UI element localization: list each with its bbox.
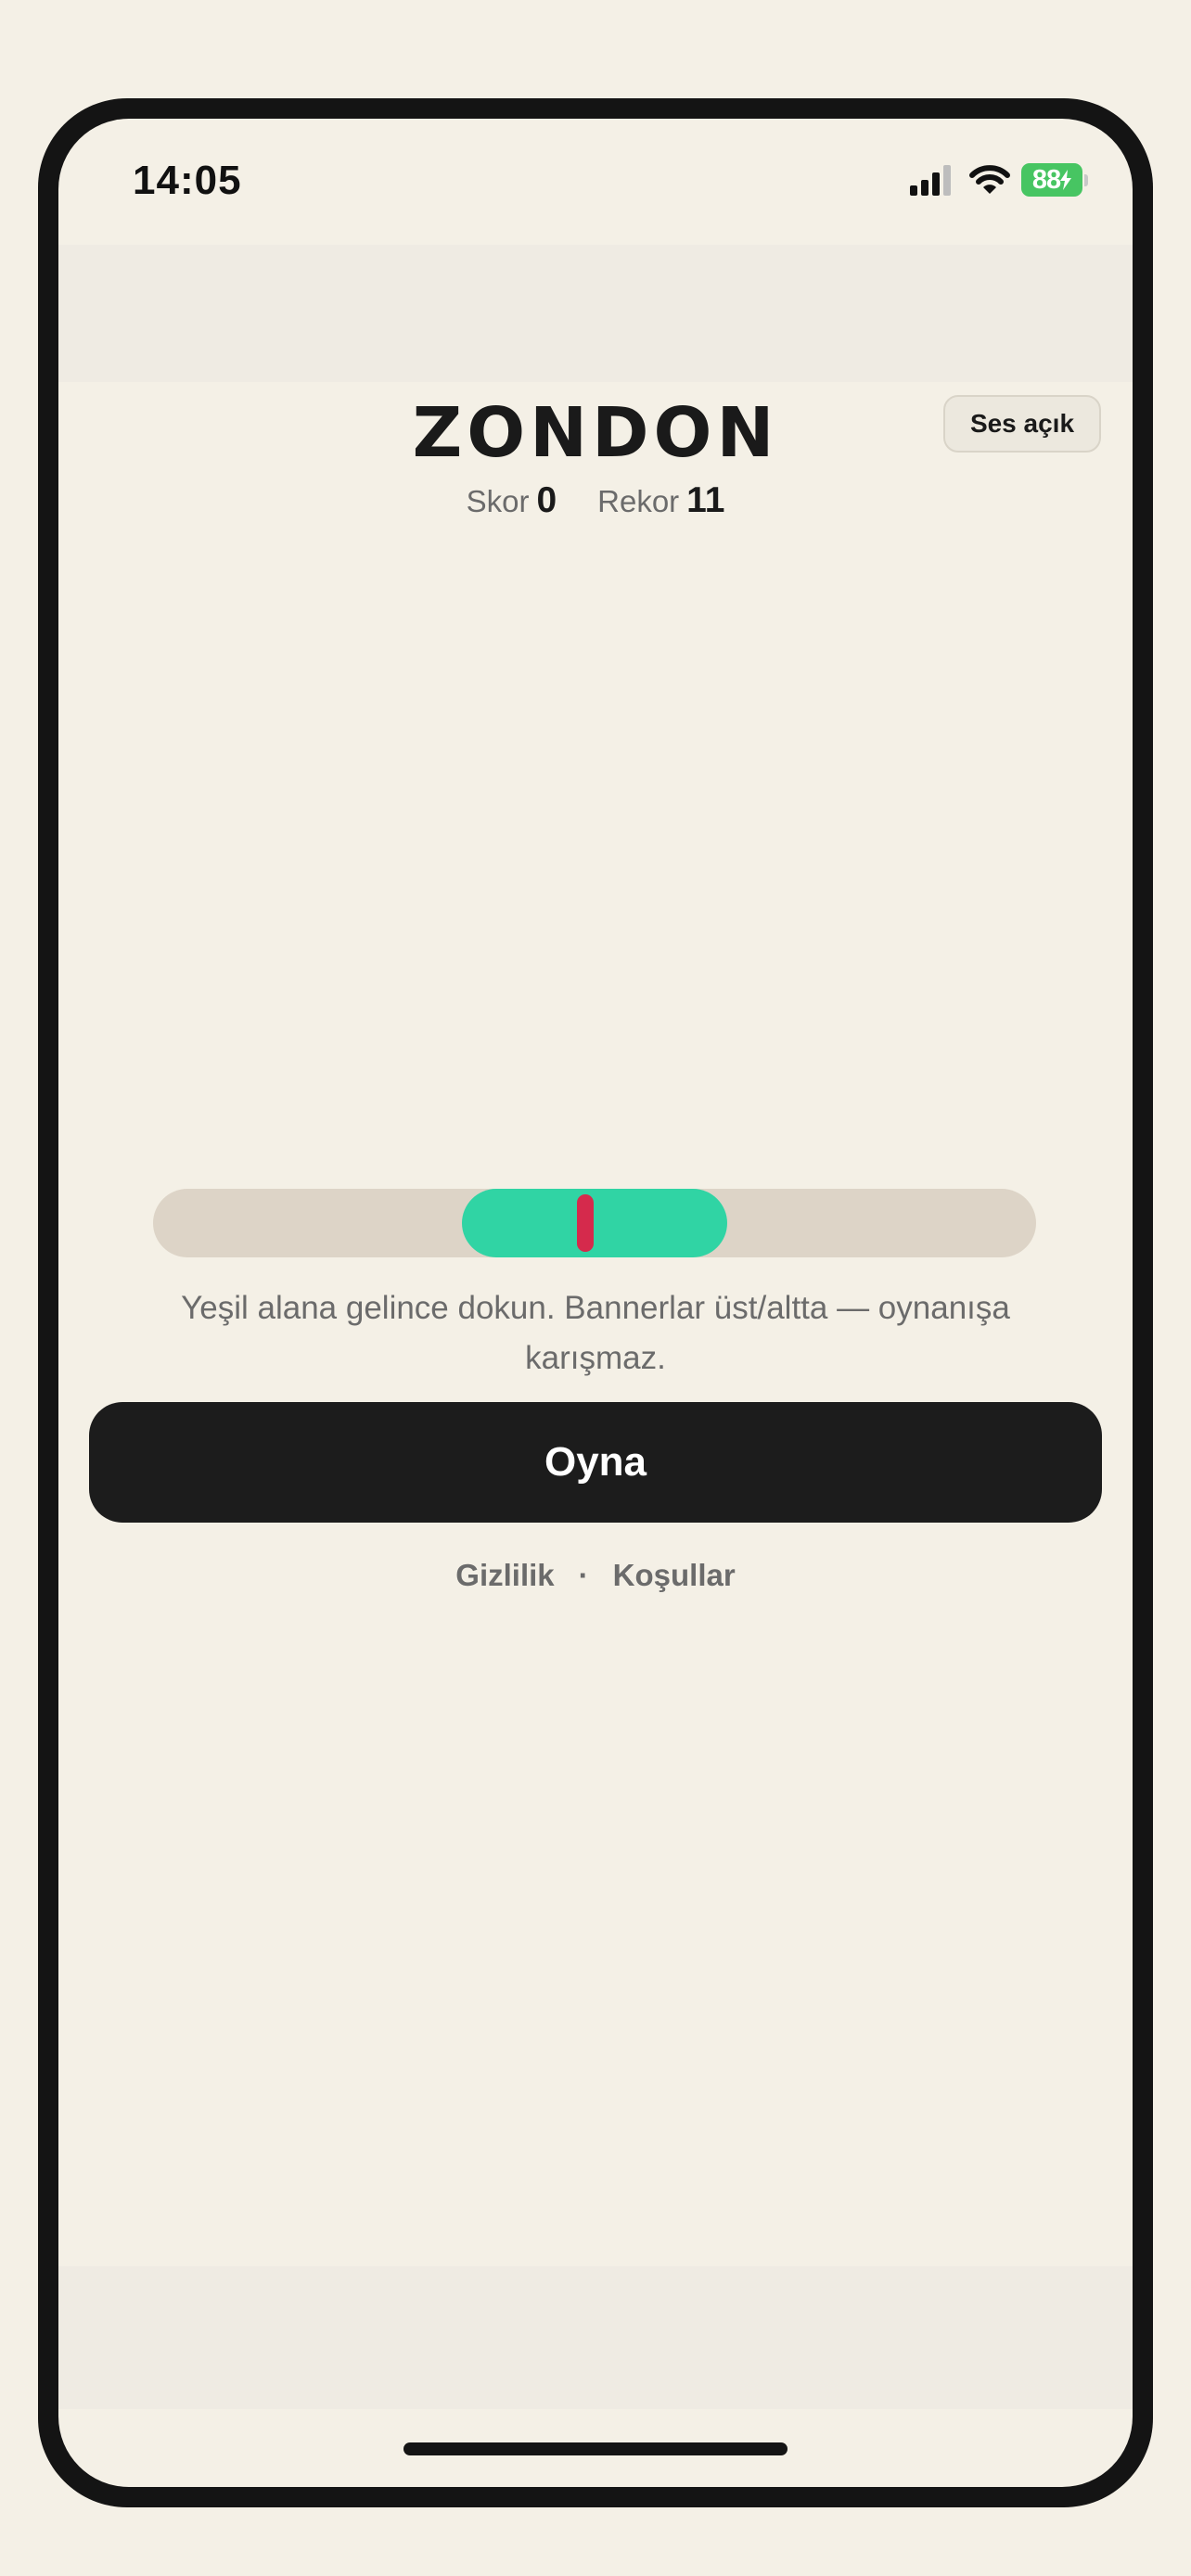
play-button[interactable]: Oyna [89, 1402, 1102, 1523]
score-value: 0 [536, 480, 557, 520]
top-banner-area [58, 245, 1133, 382]
footer-separator: · [578, 1558, 589, 1592]
battery-percent: 88 [1031, 164, 1061, 195]
terms-link[interactable]: Koşullar [613, 1558, 736, 1593]
battery-cap [1084, 173, 1088, 186]
footer-links: Gizlilik · Koşullar [58, 1558, 1133, 1593]
wifi-icon [969, 165, 1010, 194]
home-indicator[interactable] [403, 2442, 788, 2455]
phone-frame: 14:05 88 ZONDON Ses açık Skor 0 Rekor 11… [38, 98, 1153, 2507]
status-time: 14:05 [133, 158, 242, 203]
phone-screen: 14:05 88 ZONDON Ses açık Skor 0 Rekor 11… [58, 119, 1133, 2487]
timing-track[interactable] [153, 1189, 1036, 1257]
status-icons: 88 [910, 163, 1088, 197]
sound-toggle-button[interactable]: Ses açık [943, 395, 1101, 453]
score-label: Skor [466, 484, 530, 518]
score-group: Skor 0 [467, 480, 557, 521]
battery-level: 88 [1021, 163, 1082, 197]
bottom-banner-area [58, 2266, 1133, 2409]
record-value: 11 [686, 480, 725, 520]
scoreboard: Skor 0 Rekor 11 [58, 480, 1133, 521]
cellular-signal-icon [910, 165, 951, 196]
status-bar: 14:05 88 [58, 119, 1133, 245]
instruction-text: Yeşil alana gelince dokun. Bannerlar üst… [181, 1290, 1010, 1376]
record-label: Rekor [597, 484, 680, 518]
record-group: Rekor 11 [597, 480, 724, 521]
battery-charging-icon: 88 [1021, 163, 1088, 197]
moving-marker [577, 1194, 595, 1252]
charging-bolt-icon [1060, 170, 1072, 190]
privacy-link[interactable]: Gizlilik [455, 1558, 554, 1593]
green-target-zone [462, 1189, 727, 1257]
